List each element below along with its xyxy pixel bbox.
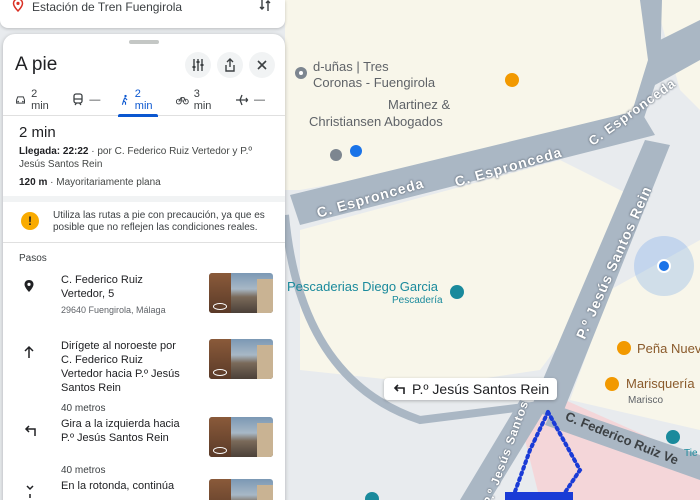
poi-label-line: Christiansen Abogados [309,114,443,129]
turn-left-icon [393,384,405,394]
mode-tab-label: — [253,93,265,106]
mode-tab-label: 2 min [31,87,49,112]
step-item[interactable]: En la rotonda, continúa [3,479,285,500]
car-icon [16,95,25,104]
parking-marker[interactable] [350,145,362,157]
poi-label-lawyers-line2[interactable]: Christiansen Abogados [309,114,443,130]
mode-tab-flight[interactable]: — [235,84,265,116]
step-text: Dirígete al noroeste por C. Federico Rui… [61,340,180,394]
step-subtext: 29640 Fuengirola, Málaga [61,305,166,315]
route-summary[interactable]: 2 min Llegada: 22:22 · por C. Federico R… [3,116,285,188]
close-button[interactable] [249,52,275,78]
close-icon [257,60,267,70]
mode-tab-car[interactable]: 2 min [15,84,52,116]
walking-warning: ! Utiliza las rutas a pie con precaución… [3,202,285,243]
step-item[interactable]: C. Federico Ruiz Vertedor, 5 29640 Fueng… [3,273,285,317]
poi-label-pena[interactable]: Peña Nueva [637,341,700,356]
train-icon [73,93,83,106]
route-callout[interactable]: P.º Jesús Santos Rein [384,378,558,400]
arrow-up-icon [24,345,34,358]
route-arrival: Llegada: 22:22 · por C. Federico Ruiz Ve… [19,145,273,171]
poi-label-text: Marisquería [626,376,695,391]
poi-label-line: Martinez & [388,97,451,112]
warning-icon: ! [21,212,39,230]
destination-bar[interactable]: Estación de Tren Fuengirola [0,0,285,28]
panel-header: A pie [3,44,285,80]
poi-label-text: Tie [684,448,698,459]
poi-label-line: d-uñas | Tres [313,59,389,74]
poi-category-text: Pescadería [392,295,443,306]
step-text: Gira a la izquierda hacia P.º Jesús Sant… [61,418,180,444]
street-view-thumbnail[interactable] [209,339,273,379]
poi-category-text: Marisco [628,395,664,406]
current-location-dot[interactable] [657,259,671,273]
route-duration: 2 min [19,124,56,141]
roundabout-icon [26,485,34,498]
poi-label-tie: Tie [684,448,698,459]
mode-tab-transit[interactable]: — [72,84,100,116]
share-icon [225,58,235,72]
turn-left-icon [24,425,36,436]
route-distance-line: 120 m · Mayoritariamente plana [19,177,273,188]
360-icon [213,447,227,454]
poi-label-unas[interactable]: d-uñas | Tres Coronas - Fuengirola [313,59,435,91]
street-view-thumbnail[interactable] [209,273,273,313]
route-terrain: · Mayoritariamente plana [47,177,161,188]
shop-marker[interactable] [450,285,464,299]
options-button[interactable] [185,52,211,78]
poi-category-pescaderia: Pescadería [392,295,443,306]
travel-mode-tabs: 2 min — 2 min 3 min — [3,84,285,117]
warning-text: Utiliza las rutas a pie con precaución, … [53,210,265,233]
steps-heading: Pasos [19,253,47,264]
mode-tab-bike[interactable]: 3 min [176,84,215,116]
step-text: C. Federico Ruiz Vertedor, 5 [61,274,143,300]
route-distance: 120 m [19,177,48,188]
poi-label-pescaderias[interactable]: Pescaderias Diego Garcia [287,279,438,294]
mode-tab-label: — [89,93,101,106]
route-callout-label: P.º Jesús Santos Rein [412,381,550,397]
euro-marker[interactable] [330,149,342,161]
step-text: En la rotonda, continúa [61,480,175,492]
poi-label-line: Coronas - Fuengirola [313,75,436,90]
poi-label-text: Peña Nueva [637,341,700,356]
location-pin-icon [12,0,24,12]
street-view-thumbnail[interactable] [209,417,273,457]
panel-title: A pie [15,54,58,75]
bike-icon [176,96,189,104]
step-distance: 40 metros [61,465,106,476]
pena-marker[interactable] [617,341,631,355]
step-item[interactable]: Gira a la izquierda hacia P.º Jesús Sant… [3,417,285,457]
poi-label-lawyers[interactable]: Martinez & [388,97,450,113]
marisqueria-marker[interactable] [605,377,619,391]
mode-tab-label: 2 min [134,87,153,112]
street-view-thumbnail[interactable] [209,479,273,500]
mode-tab-walk[interactable]: 2 min [118,84,158,117]
swap-directions-icon[interactable] [259,0,271,12]
destination-text[interactable]: Estación de Tren Fuengirola [32,0,182,14]
share-button[interactable] [217,52,243,78]
poi-label-text: Pescaderias Diego Garcia [287,279,439,294]
poi-category-marisco: Marisco [628,393,663,409]
location-pin-icon [24,280,34,292]
plane-icon [235,94,249,105]
tune-icon [192,59,204,71]
restaurant-marker[interactable] [505,73,519,87]
mode-tab-label: 3 min [193,87,212,112]
step-item[interactable]: Dirígete al noroeste por C. Federico Rui… [3,339,285,395]
360-icon [213,303,227,310]
poi-label-marisqueria[interactable]: Marisquería [626,376,695,391]
walk-icon [122,94,128,105]
directions-panel: A pie 2 min — 2 min 3 min — 2 min Llegad… [3,34,285,500]
arrival-time: Llegada: 22:22 [19,146,89,157]
360-icon [213,369,227,376]
step-distance: 40 metros [61,403,106,414]
